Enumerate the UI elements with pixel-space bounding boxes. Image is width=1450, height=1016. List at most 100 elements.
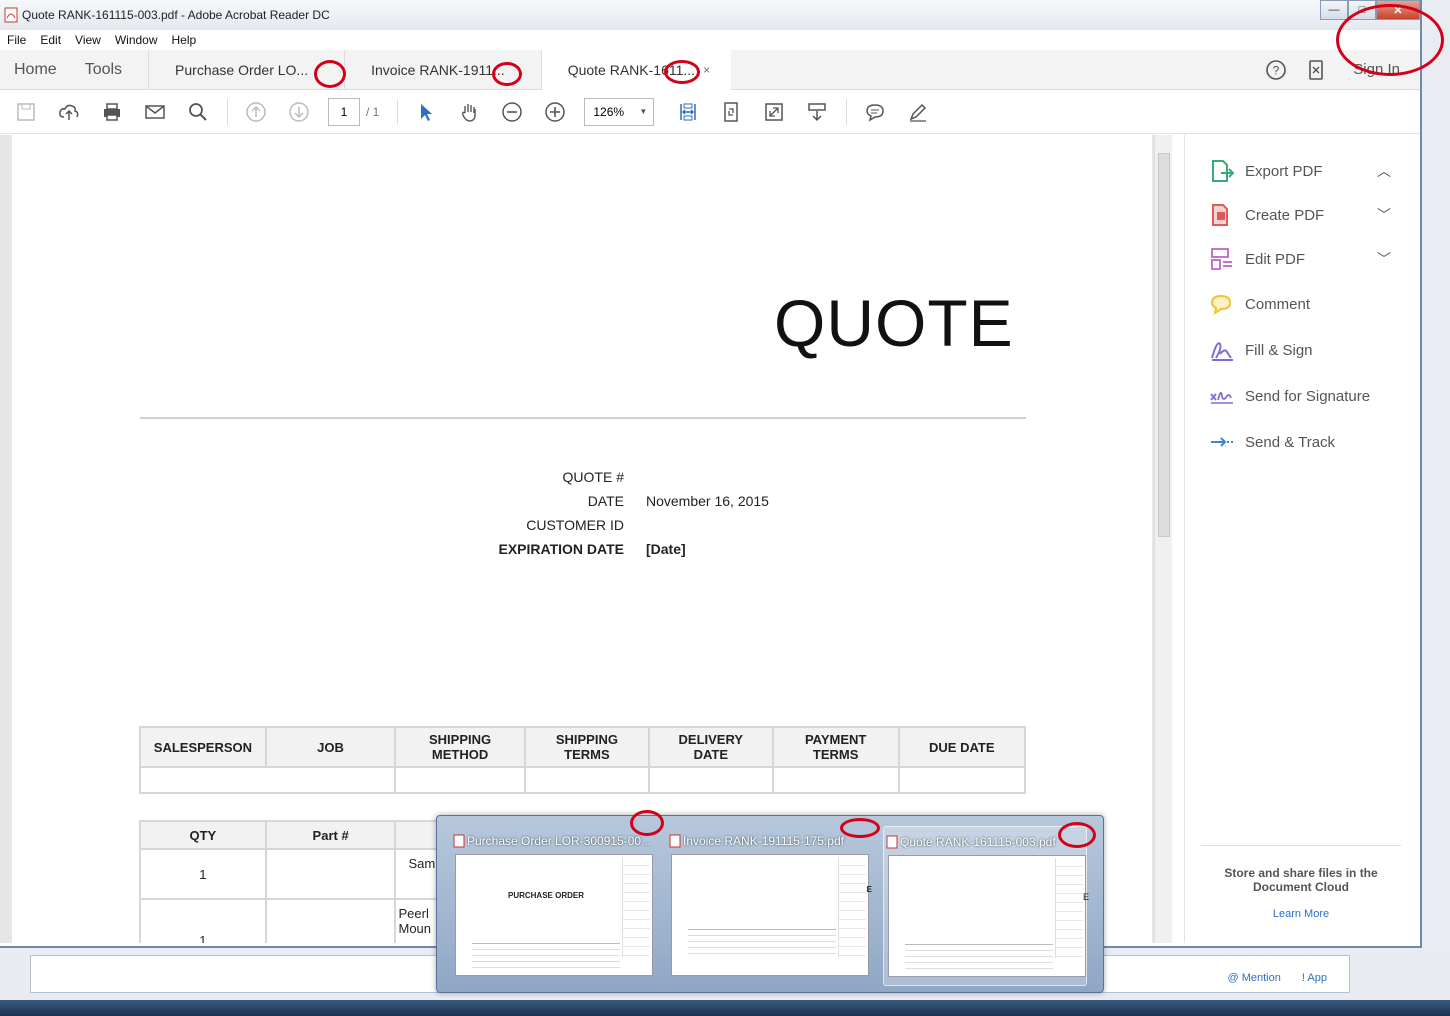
full-screen-icon[interactable]: [760, 98, 788, 126]
meta-row: DATE November 16, 2015: [452, 489, 846, 513]
save-icon[interactable]: [12, 98, 40, 126]
table-header: DELIVERY DATE: [647, 726, 774, 768]
shipping-table: SALESPERSON JOB SHIPPING METHOD SHIPPING…: [138, 726, 1027, 794]
send-track-icon: [1211, 437, 1233, 447]
preview-sidepane: [622, 857, 650, 957]
zoom-select[interactable]: 126% ▼: [584, 97, 655, 126]
meta-label: EXPIRATION DATE: [498, 541, 625, 557]
page-number-input[interactable]: 1: [328, 97, 360, 126]
doc-tab-label: Invoice RANK-1911...: [371, 61, 505, 78]
tool-label: Edit PDF: [1245, 250, 1306, 268]
preview-quote[interactable]: Quote RANK-161115-003.pdf QUOTE: [883, 826, 1089, 986]
table-cell: [264, 848, 397, 900]
meta-value: November 16, 2015: [646, 493, 769, 509]
promo-text: Store and share files in the Document Cl…: [1224, 866, 1378, 894]
scroll-mode-icon[interactable]: [803, 98, 831, 126]
print-icon[interactable]: [98, 98, 126, 126]
tab-home[interactable]: Home: [0, 61, 71, 79]
preview-image: QUOTE: [888, 855, 1089, 977]
pdf-file-icon: [4, 7, 18, 23]
zoom-out-icon[interactable]: [498, 98, 526, 126]
svg-text:?: ?: [1273, 63, 1280, 77]
highlight-pen-icon[interactable]: [904, 98, 932, 126]
zoom-in-icon[interactable]: [541, 98, 569, 126]
menu-file[interactable]: File: [7, 33, 26, 47]
chevron-up-icon[interactable]: ︿: [1377, 161, 1391, 181]
tab-bar: Home Tools Purchase Order LO... Invoice …: [0, 49, 1420, 90]
annotation-circle: [1336, 4, 1444, 76]
tool-create-pdf[interactable]: Create PDF: [1209, 203, 1324, 227]
upload-cloud-icon[interactable]: [55, 98, 83, 126]
mention-link[interactable]: @ Mention: [1228, 972, 1281, 984]
annotation-circle: [664, 60, 700, 84]
menu-view[interactable]: View: [75, 33, 101, 47]
acrobat-window: Quote RANK-161115-003.pdf - Adobe Acroba…: [0, 0, 1422, 948]
menu-window[interactable]: Window: [115, 33, 158, 47]
annotation-circle: [314, 60, 346, 88]
preview-invoice[interactable]: Invoice RANK-191115-175.pdf INVOICE: [667, 826, 872, 986]
comment-bubble-icon: [1210, 294, 1232, 316]
minimize-button[interactable]: —: [1320, 0, 1348, 20]
meta-row: CUSTOMER ID: [452, 513, 846, 537]
pdf-file-icon: [669, 834, 681, 848]
doc-tab-label: Purchase Order LO...: [175, 61, 309, 78]
tool-comment[interactable]: Comment: [1209, 292, 1310, 316]
tool-label: Export PDF: [1245, 162, 1323, 180]
preview-doc-title: PURCHASE ORDER: [507, 891, 584, 900]
next-page-icon[interactable]: [285, 98, 313, 126]
prev-page-icon[interactable]: [242, 98, 270, 126]
preview-purchase-order[interactable]: Purchase Order LOR-300915-00... PURCHASE…: [451, 826, 655, 986]
table-cell: 1: [139, 898, 267, 943]
preview-sidepane: [838, 857, 866, 957]
preview-title: Invoice RANK-191115-175.pdf: [683, 834, 844, 848]
edit-pdf-icon: [1211, 248, 1232, 270]
quote-meta: QUOTE # DATE November 16, 2015 CUSTOMER I…: [452, 465, 846, 561]
tool-edit-pdf[interactable]: Edit PDF: [1209, 247, 1305, 271]
tool-label: Send for Signature: [1245, 387, 1371, 405]
tool-export-pdf[interactable]: Export PDF: [1209, 159, 1323, 183]
tool-label: Comment: [1245, 295, 1311, 313]
tool-label: Create PDF: [1245, 206, 1325, 224]
meta-row: EXPIRATION DATE [Date]: [452, 537, 846, 561]
tool-fill-sign[interactable]: Fill & Sign: [1209, 338, 1313, 362]
email-icon[interactable]: [141, 98, 169, 126]
preview-table: [688, 929, 836, 955]
tab-tools[interactable]: Tools: [71, 61, 136, 79]
help-icon[interactable]: ?: [1265, 59, 1287, 81]
comment-icon[interactable]: [861, 98, 889, 126]
table-cell: [897, 766, 1027, 794]
app-link[interactable]: ! App: [1302, 972, 1327, 984]
table-header: PAYMENT TERMS: [771, 726, 900, 768]
menu-edit[interactable]: Edit: [40, 33, 61, 47]
table-cell: [647, 766, 774, 794]
table-cell: [523, 766, 650, 794]
search-icon[interactable]: [184, 98, 212, 126]
hand-tool-icon[interactable]: [455, 98, 483, 126]
learn-more-link[interactable]: Learn More: [1201, 908, 1401, 920]
toolbar-divider: [397, 98, 399, 125]
chevron-down-icon[interactable]: ﹀: [1377, 249, 1391, 269]
chevron-down-icon[interactable]: ﹀: [1377, 205, 1391, 225]
menu-help[interactable]: Help: [172, 33, 197, 47]
annotation-circle: [492, 62, 522, 86]
preview-table: [472, 943, 620, 969]
fill-sign-icon: [1211, 342, 1233, 361]
tool-send-track[interactable]: Send & Track: [1209, 430, 1335, 454]
document-cloud-promo: Store and share files in the Document Cl…: [1201, 845, 1401, 920]
fit-width-icon[interactable]: [674, 98, 702, 126]
mobile-link-icon[interactable]: [1305, 59, 1327, 81]
tab-close-icon[interactable]: ×: [703, 63, 715, 77]
scrollbar-thumb[interactable]: [1158, 153, 1170, 537]
select-cursor-icon[interactable]: [412, 98, 440, 126]
taskbar-preview-popup: Purchase Order LOR-300915-00... PURCHASE…: [436, 815, 1104, 993]
tool-send-for-signature[interactable]: Send for Signature: [1209, 384, 1370, 408]
meta-value: [Date]: [646, 541, 686, 557]
signature-icon: [1210, 391, 1233, 404]
meta-label: DATE: [587, 493, 624, 509]
fit-page-icon[interactable]: [717, 98, 745, 126]
table-cell: [138, 766, 397, 794]
vertical-scrollbar[interactable]: [1154, 135, 1172, 943]
title-bar: Quote RANK-161115-003.pdf - Adobe Acroba…: [0, 0, 1420, 30]
doc-tab-quote[interactable]: Quote RANK-1611... ×: [540, 49, 732, 90]
preview-title: Purchase Order LOR-300915-00...: [467, 834, 652, 848]
